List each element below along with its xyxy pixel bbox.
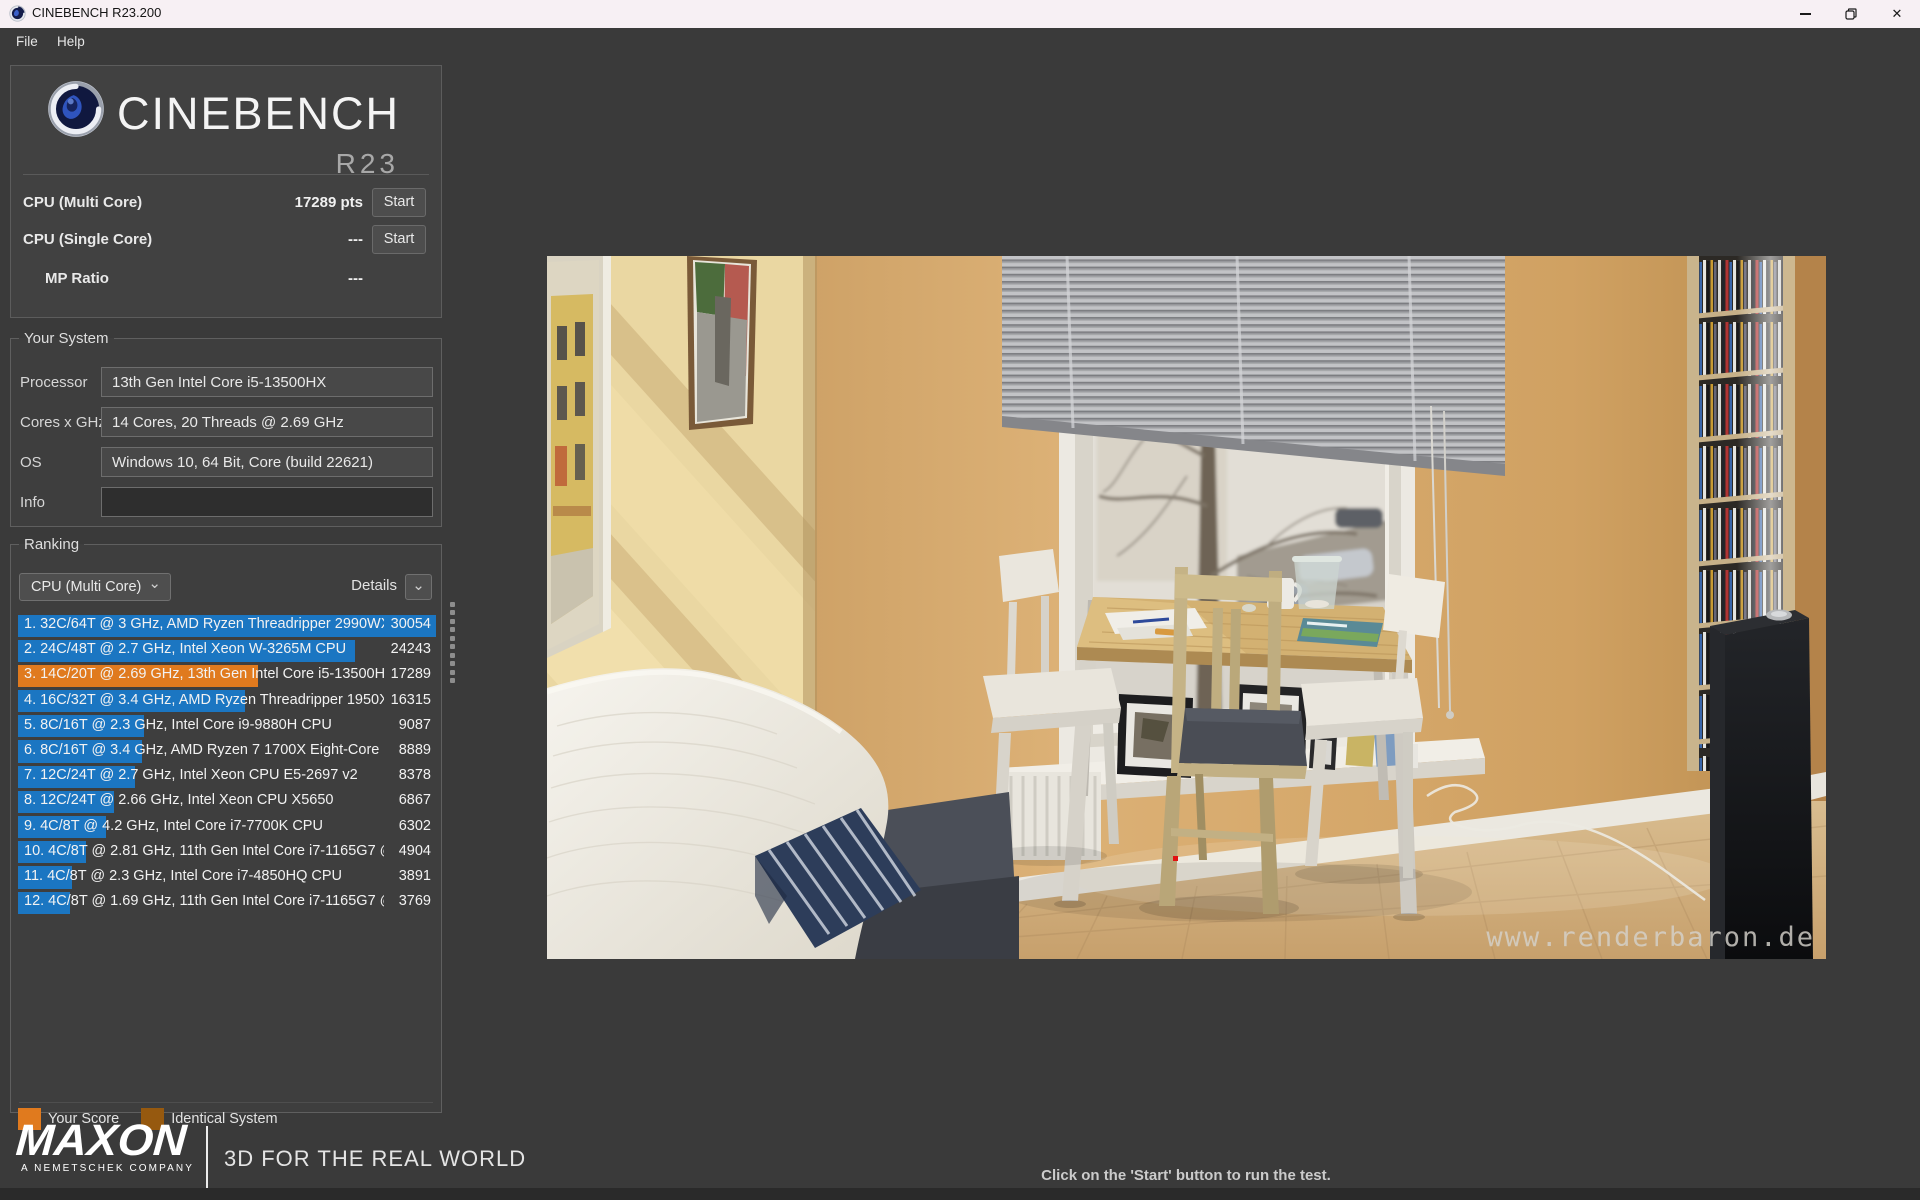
benchmark-score: 17289 pts (295, 194, 363, 211)
footer-tagline: 3D FOR THE REAL WORLD (224, 1146, 526, 1172)
maxon-logo: MAXON A NEMETSCHEK COMPANY (16, 1118, 194, 1174)
scores-panel: CINEBENCH R23 CPU (Multi Core) 17289 pts… (10, 65, 442, 318)
ranking-row-value: 8378 (399, 767, 431, 783)
divider (19, 1102, 433, 1103)
field-label: Info (20, 494, 45, 511)
ranking-row-label: 5. 8C/16T @ 2.3 GHz, Intel Core i9-9880H… (24, 717, 384, 733)
cinebench-logo-icon (47, 80, 105, 143)
system-row-processor: Processor (11, 367, 441, 397)
restore-icon (1845, 8, 1857, 20)
render-marker (1173, 856, 1178, 861)
ranking-row[interactable]: 2. 24C/48T @ 2.7 GHz, Intel Xeon W-3265M… (18, 638, 436, 663)
ranking-row-label: 9. 4C/8T @ 4.2 GHz, Intel Core i7-7700K … (24, 818, 384, 834)
ranking-row[interactable]: 10. 4C/8T @ 2.81 GHz, 11th Gen Intel Cor… (18, 840, 436, 865)
cinebench-version: R23 (336, 148, 399, 180)
start-singlecore-button[interactable]: Start (372, 225, 426, 254)
ranking-row-label: 3. 14C/20T @ 2.69 GHz, 13th Gen Intel Co… (24, 666, 384, 682)
ranking-row-label: 4. 16C/32T @ 3.4 GHz, AMD Ryzen Threadri… (24, 692, 384, 708)
ranking-row-value: 4904 (399, 843, 431, 859)
ranking-row[interactable]: 4. 16C/32T @ 3.4 GHz, AMD Ryzen Threadri… (18, 689, 436, 714)
start-multicore-button[interactable]: Start (372, 188, 426, 217)
maxon-brand: MAXON (14, 1118, 202, 1164)
ranking-row[interactable]: 9. 4C/8T @ 4.2 GHz, Intel Core i7-7700K … (18, 815, 436, 840)
your-system-legend: Your System (19, 330, 114, 347)
ranking-row-value: 8889 (399, 742, 431, 758)
ranking-row-label: 6. 8C/16T @ 3.4 GHz, AMD Ryzen 7 1700X E… (24, 742, 384, 758)
ranking-row[interactable]: 8. 12C/24T @ 2.66 GHz, Intel Xeon CPU X5… (18, 789, 436, 814)
details-dropdown-button[interactable]: ⌄ (405, 574, 432, 600)
your-system-panel: Your System Processor Cores x GHz OS Inf… (10, 330, 442, 527)
menu-bar: File Help (0, 28, 1920, 58)
system-row-info: Info (11, 487, 441, 517)
ranking-row[interactable]: 11. 4C/8T @ 2.3 GHz, Intel Core i7-4850H… (18, 865, 436, 890)
status-text: Click on the 'Start' button to run the t… (1041, 1167, 1331, 1184)
ranking-row[interactable]: 3. 14C/20T @ 2.69 GHz, 13th Gen Intel Co… (18, 663, 436, 688)
ranking-row-value: 6867 (399, 792, 431, 808)
ranking-filter-dropdown[interactable]: CPU (Multi Core) ⌄ (19, 573, 171, 601)
ranking-row[interactable]: 6. 8C/16T @ 3.4 GHz, AMD Ryzen 7 1700X E… (18, 739, 436, 764)
field-label: Processor (20, 374, 88, 391)
painting-large (547, 256, 611, 658)
minimize-button[interactable] (1782, 0, 1828, 28)
ranking-row-label: 7. 12C/24T @ 2.7 GHz, Intel Xeon CPU E5-… (24, 767, 384, 783)
cores-field[interactable] (101, 407, 433, 437)
menu-file[interactable]: File (16, 34, 38, 49)
details-label: Details (351, 577, 397, 594)
footer-divider (206, 1126, 208, 1188)
ranking-row-value: 9087 (399, 717, 431, 733)
cinebench-title: CINEBENCH (117, 88, 400, 140)
ranking-row-label: 8. 12C/24T @ 2.66 GHz, Intel Xeon CPU X5… (24, 792, 384, 808)
info-field[interactable] (101, 487, 433, 517)
ranking-row-value: 6302 (399, 818, 431, 834)
ranking-legend-title: Ranking (19, 536, 84, 553)
ranking-row[interactable]: 12. 4C/8T @ 1.69 GHz, 11th Gen Intel Cor… (18, 890, 436, 915)
ranking-row[interactable]: 1. 32C/64T @ 3 GHz, AMD Ryzen Threadripp… (18, 613, 436, 638)
benchmark-label: MP Ratio (45, 270, 109, 287)
ranking-list: 1. 32C/64T @ 3 GHz, AMD Ryzen Threadripp… (18, 613, 436, 916)
ranking-row-label: 12. 4C/8T @ 1.69 GHz, 11th Gen Intel Cor… (24, 893, 384, 909)
ranking-row-value: 17289 (391, 666, 431, 682)
ranking-filter-value: CPU (Multi Core) (31, 579, 141, 595)
glass-reflection (1737, 256, 1785, 624)
render-preview: www.renderbaron.de (547, 256, 1826, 959)
ranking-row-value: 3891 (399, 868, 431, 884)
speaker (1710, 610, 1813, 960)
benchmark-row-singlecore: CPU (Single Core) --- Start (11, 225, 441, 255)
os-field[interactable] (101, 447, 433, 477)
bottom-strip (0, 1188, 1920, 1200)
ranking-row[interactable]: 7. 12C/24T @ 2.7 GHz, Intel Xeon CPU E5-… (18, 764, 436, 789)
system-row-os: OS (11, 447, 441, 477)
ranking-row-value: 30054 (391, 616, 431, 632)
benchmark-row-multicore: CPU (Multi Core) 17289 pts Start (11, 188, 441, 218)
title-bar: CINEBENCH R23.200 ✕ (0, 0, 1920, 28)
close-button[interactable]: ✕ (1874, 0, 1920, 28)
ranking-row-value: 24243 (391, 641, 431, 657)
ranking-row-value: 16315 (391, 692, 431, 708)
watermark: www.renderbaron.de (1486, 922, 1815, 953)
benchmark-label: CPU (Single Core) (23, 231, 152, 248)
window-title: CINEBENCH R23.200 (32, 5, 161, 20)
ranking-scrollbar[interactable] (448, 598, 456, 687)
ranking-row-label: 1. 32C/64T @ 3 GHz, AMD Ryzen Threadripp… (24, 616, 384, 632)
menu-help[interactable]: Help (57, 34, 85, 49)
app-icon (9, 5, 26, 27)
processor-field[interactable] (101, 367, 433, 397)
maximize-button[interactable] (1828, 0, 1874, 28)
field-label: Cores x GHz (20, 414, 106, 431)
benchmark-label: CPU (Multi Core) (23, 194, 142, 211)
ranking-row-label: 2. 24C/48T @ 2.7 GHz, Intel Xeon W-3265M… (24, 641, 384, 657)
ranking-panel: Ranking CPU (Multi Core) ⌄ Details ⌄ 1. … (10, 536, 442, 1113)
ranking-row[interactable]: 5. 8C/16T @ 2.3 GHz, Intel Core i9-9880H… (18, 714, 436, 739)
field-label: OS (20, 454, 42, 471)
ranking-row-label: 11. 4C/8T @ 2.3 GHz, Intel Core i7-4850H… (24, 868, 384, 884)
benchmark-score: --- (348, 270, 363, 287)
chevron-down-icon: ⌄ (148, 571, 161, 597)
ranking-row-value: 3769 (399, 893, 431, 909)
system-row-cores: Cores x GHz (11, 407, 441, 437)
ranking-row-label: 10. 4C/8T @ 2.81 GHz, 11th Gen Intel Cor… (24, 843, 384, 859)
benchmark-score: --- (348, 231, 363, 248)
divider (23, 174, 429, 175)
painting-small (687, 256, 757, 430)
benchmark-row-mpratio: MP Ratio --- (11, 264, 441, 294)
